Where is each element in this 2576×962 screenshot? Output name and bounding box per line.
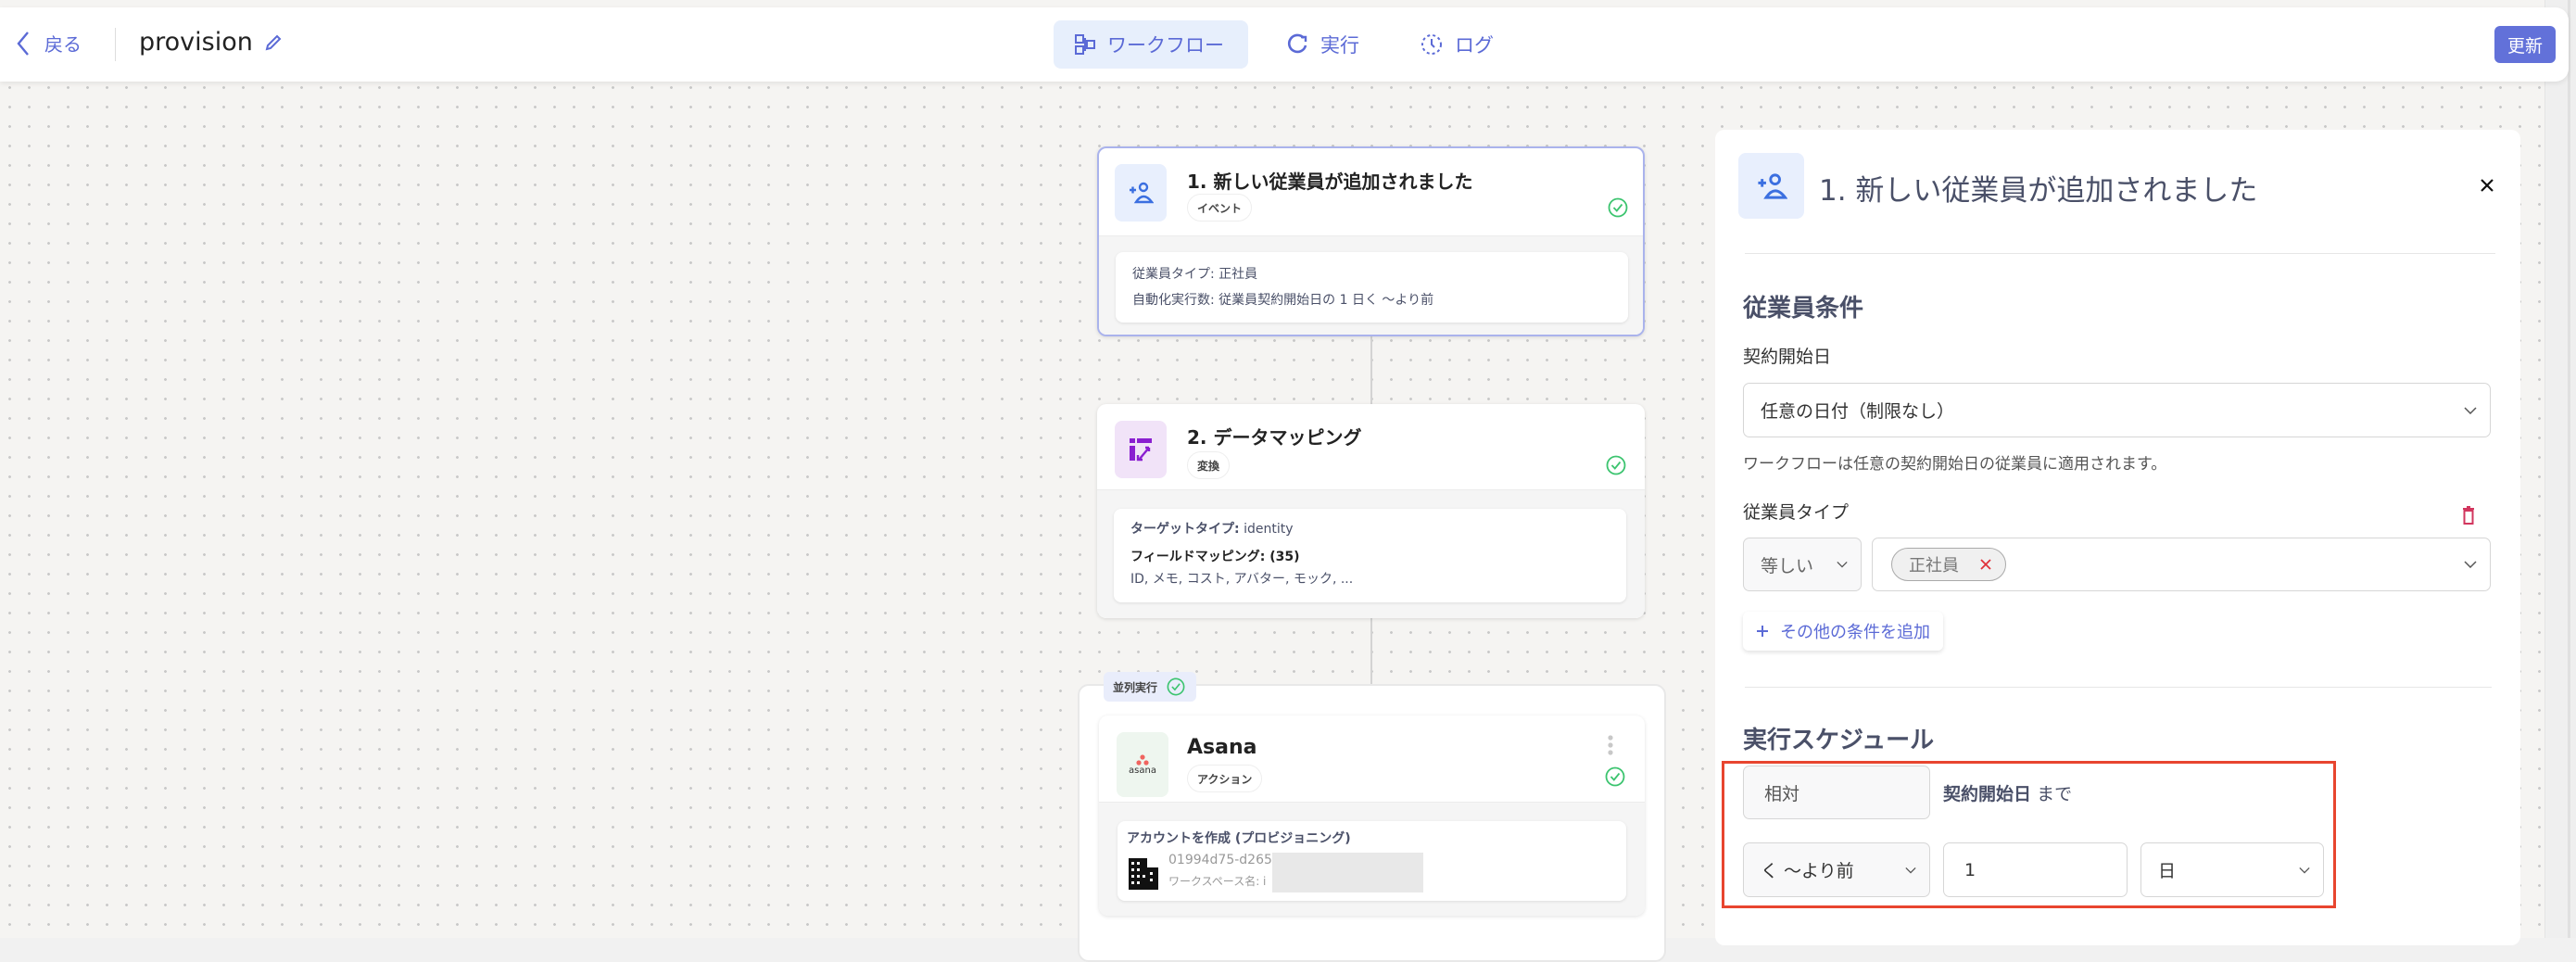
page-title: provision bbox=[139, 28, 283, 57]
asana-logo: asana bbox=[1117, 732, 1168, 797]
employee-type-multiselect[interactable]: 正社員 bbox=[1872, 538, 2491, 591]
target-type-value: identity bbox=[1244, 522, 1294, 537]
node-card-asana[interactable]: asana Asana アクション アカウントを作成 (プロビジョニング) 01… bbox=[1099, 715, 1645, 916]
building-icon bbox=[1129, 858, 1158, 890]
chip-label: 正社員 bbox=[1909, 556, 1959, 576]
success-check-icon bbox=[1606, 455, 1626, 475]
panel-title: 1. 新しい従業員が追加されました bbox=[1819, 174, 2258, 208]
node-body: ターゲットタイプ: identity フィールドマッピング: (35) ID, … bbox=[1097, 489, 1645, 618]
target-type-label: ターゲットタイプ: bbox=[1130, 522, 1240, 537]
node-type-badge: 変換 bbox=[1187, 451, 1231, 479]
add-user-icon bbox=[1738, 153, 1804, 219]
section-heading-schedule: 実行スケジュール bbox=[1743, 727, 1935, 754]
success-check-icon bbox=[1605, 766, 1625, 787]
field-mapping-label: フィールドマッピング: (35) bbox=[1130, 550, 1300, 564]
node-type-badge: アクション bbox=[1187, 765, 1263, 792]
add-condition-label: その他の条件を追加 bbox=[1780, 623, 1930, 642]
workflow-name: provision bbox=[139, 28, 253, 57]
node-body: アカウントを作成 (プロビジョニング) 01994d75-d265 ワークスペー… bbox=[1099, 802, 1645, 916]
employee-type-label: 従業員タイプ bbox=[1743, 502, 1850, 523]
add-user-icon bbox=[1115, 164, 1167, 222]
divider bbox=[1745, 253, 2495, 254]
success-check-icon bbox=[1167, 677, 1185, 696]
node-title: 1. 新しい従業員が追加されました bbox=[1187, 171, 1473, 193]
asana-logo-text: asana bbox=[1129, 765, 1156, 776]
workflow-icon bbox=[1075, 34, 1095, 55]
start-date-help: ワークフローは任意の契約開始日の従業員に適用されます。 bbox=[1743, 455, 2167, 474]
start-date-select[interactable]: 任意の日付（制限なし） bbox=[1743, 383, 2491, 437]
node-summary: アカウントを作成 (プロビジョニング) 01994d75-d265 ワークスペー… bbox=[1118, 821, 1626, 901]
connector-line bbox=[1370, 618, 1372, 684]
data-mapping-icon bbox=[1115, 421, 1167, 478]
success-check-icon bbox=[1608, 197, 1628, 218]
node-body: 従業員タイプ: 正社員 自動化実行数: 従業員契約開始日の 1 日く ～より前 bbox=[1099, 235, 1643, 335]
relative-suffix: まで bbox=[2037, 784, 2073, 804]
tab-label: ログ bbox=[1455, 34, 1494, 57]
run-icon bbox=[1287, 33, 1307, 54]
select-value: 日 bbox=[2158, 861, 2177, 881]
chevron-down-icon bbox=[1837, 561, 1848, 568]
workspace-id: 01994d75-d265 bbox=[1168, 853, 1272, 867]
trash-icon[interactable] bbox=[2462, 506, 2475, 525]
operator-select[interactable]: 等しい bbox=[1743, 538, 1862, 591]
tab-workflow[interactable]: ワークフロー bbox=[1054, 20, 1248, 69]
more-vertical-icon[interactable] bbox=[1607, 734, 1614, 756]
redacted-block bbox=[1272, 853, 1423, 892]
action-name: アカウントを作成 (プロビジョニング) bbox=[1127, 831, 1351, 846]
node-settings-panel: 1. 新しい従業員が追加されました 従業員条件 契約開始日 任意の日付（制限なし… bbox=[1715, 130, 2520, 945]
relative-to-text: 契約開始日 まで bbox=[1943, 780, 2072, 805]
input-value: 1 bbox=[1964, 859, 1976, 880]
unit-select[interactable]: 日 bbox=[2140, 842, 2324, 897]
add-condition-button[interactable]: その他の条件を追加 bbox=[1743, 612, 1943, 651]
divider bbox=[1745, 687, 2492, 688]
chevron-down-icon bbox=[2299, 867, 2310, 873]
section-heading-conditions: 従業員条件 bbox=[1743, 295, 1864, 323]
top-header: 戻る provision ワークフロー 実行 ログ 更新 bbox=[0, 7, 2569, 82]
log-icon bbox=[1421, 34, 1442, 55]
parallel-label: 並列実行 bbox=[1104, 672, 1196, 702]
amount-input[interactable]: 1 bbox=[1943, 842, 2128, 897]
start-date-label: 契約開始日 bbox=[1743, 347, 1832, 367]
node-summary: 従業員タイプ: 正社員 自動化実行数: 従業員契約開始日の 1 日く ～より前 bbox=[1116, 252, 1628, 323]
node-card-trigger[interactable]: 1. 新しい従業員が追加されました イベント 従業員タイプ: 正社員 自動化実行… bbox=[1097, 146, 1645, 336]
select-value: 等しい bbox=[1761, 555, 1814, 576]
summary-line: 従業員タイプ: 正社員 bbox=[1132, 267, 1258, 282]
direction-select[interactable]: く ～より前 bbox=[1743, 842, 1930, 897]
close-icon[interactable] bbox=[2479, 177, 2495, 194]
connector-line bbox=[1370, 336, 1372, 404]
workspace-name: ワークスペース名: i bbox=[1168, 875, 1267, 888]
scrollbar[interactable] bbox=[2544, 0, 2576, 938]
schedule-mode-select[interactable]: 相対 bbox=[1743, 766, 1930, 819]
node-title: 2. データマッピング bbox=[1187, 426, 1362, 449]
chevron-down-icon bbox=[2464, 561, 2477, 568]
parallel-label-text: 並列実行 bbox=[1113, 680, 1158, 694]
update-button[interactable]: 更新 bbox=[2494, 26, 2556, 63]
select-value: 任意の日付（制限なし） bbox=[1761, 401, 1955, 422]
tab-runs[interactable]: 実行 bbox=[1265, 20, 1380, 69]
divider bbox=[115, 28, 116, 61]
select-value: く ～より前 bbox=[1761, 861, 1854, 881]
back-button[interactable]: 戻る bbox=[17, 30, 82, 57]
node-type-badge: イベント bbox=[1187, 194, 1253, 222]
node-card-data-mapping[interactable]: 2. データマッピング 変換 ターゲットタイプ: identity フィールドマ… bbox=[1097, 404, 1645, 618]
tab-logs[interactable]: ログ bbox=[1399, 20, 1514, 69]
relative-to-field: 契約開始日 bbox=[1943, 784, 2032, 804]
summary-line: 自動化実行数: 従業員契約開始日の 1 日く ～より前 bbox=[1132, 293, 1434, 308]
field-mapping-value: ID, メモ, コスト, アバター, モック, ... bbox=[1130, 572, 1354, 587]
chevron-down-icon bbox=[2464, 406, 2477, 414]
chip: 正社員 bbox=[1891, 548, 2006, 581]
tab-label: ワークフロー bbox=[1107, 34, 1224, 57]
pencil-icon[interactable] bbox=[264, 33, 283, 52]
tab-label: 実行 bbox=[1320, 34, 1359, 57]
select-value: 相対 bbox=[1764, 783, 1800, 804]
chevron-left-icon bbox=[17, 31, 29, 56]
node-summary: ターゲットタイプ: identity フィールドマッピング: (35) ID, … bbox=[1114, 509, 1626, 602]
back-label: 戻る bbox=[44, 33, 82, 56]
chevron-down-icon bbox=[1905, 867, 1916, 873]
node-title: Asana bbox=[1187, 736, 1257, 759]
plus-icon bbox=[1757, 626, 1768, 637]
remove-chip-icon[interactable] bbox=[1979, 558, 1992, 571]
